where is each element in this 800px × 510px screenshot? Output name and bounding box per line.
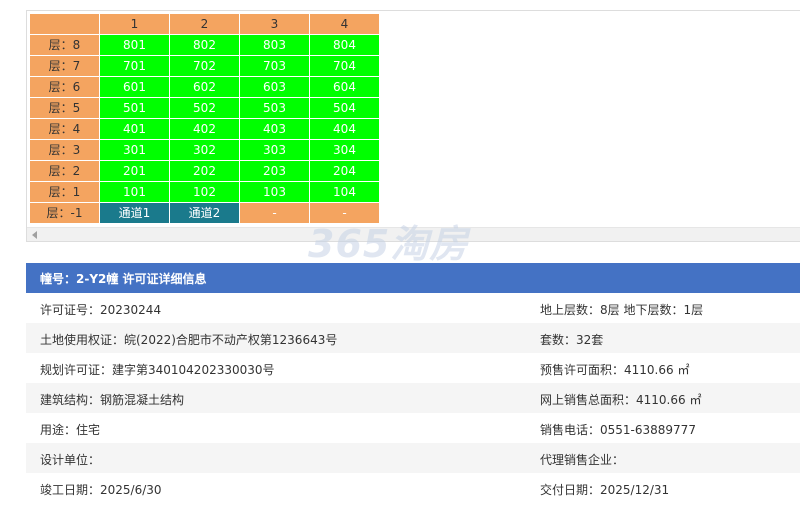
- unit-cell[interactable]: 604: [309, 76, 380, 98]
- unit-grid-panel: 1 2 3 4 层：8 801 802 803 804 层：7 701 702 …: [26, 10, 800, 242]
- column-header: 1: [99, 13, 170, 35]
- info-right: 预售许可面积：4110.66 ㎡: [540, 363, 690, 377]
- floor-label: 层：4: [29, 118, 100, 140]
- unit-cell[interactable]: 804: [309, 34, 380, 56]
- unit-cell[interactable]: 202: [169, 160, 240, 182]
- info-right: 代理销售企业：: [540, 453, 625, 467]
- unit-cell[interactable]: 501: [99, 97, 170, 119]
- unit-cell[interactable]: 102: [169, 181, 240, 203]
- floor-label: 层：6: [29, 76, 100, 98]
- floor-label: 层：1: [29, 181, 100, 203]
- floor-label: 层：5: [29, 97, 100, 119]
- unit-cell[interactable]: 503: [239, 97, 310, 119]
- unit-cell[interactable]: 603: [239, 76, 310, 98]
- info-row: 竣工日期：2025/6/30 交付日期：2025/12/31: [26, 473, 800, 503]
- floor-label: 层：8: [29, 34, 100, 56]
- scroll-left-arrow-icon[interactable]: [32, 231, 37, 239]
- floor-row: 层：7 701 702 703 704: [29, 55, 380, 77]
- info-row: 许可证号：20230244 地上层数：8层 地下层数：1层: [26, 293, 800, 323]
- unit-cell[interactable]: 302: [169, 139, 240, 161]
- unit-cell[interactable]: 601: [99, 76, 170, 98]
- info-left: 设计单位：: [40, 453, 101, 467]
- floor-row: 层：6 601 602 603 604: [29, 76, 380, 98]
- horizontal-scrollbar[interactable]: [27, 227, 800, 241]
- empty-cell: -: [239, 202, 310, 224]
- floor-row: 层：5 501 502 503 504: [29, 97, 380, 119]
- unit-cell[interactable]: 103: [239, 181, 310, 203]
- grid-header-row: 1 2 3 4: [29, 13, 380, 35]
- unit-cell[interactable]: 104: [309, 181, 380, 203]
- info-right: 销售电话：0551-63889777: [540, 423, 696, 437]
- info-left: 用途：住宅: [40, 423, 101, 437]
- unit-cell[interactable]: 504: [309, 97, 380, 119]
- unit-grid-table: 1 2 3 4 层：8 801 802 803 804 层：7 701 702 …: [29, 13, 380, 224]
- unit-cell[interactable]: 402: [169, 118, 240, 140]
- unit-cell[interactable]: 304: [309, 139, 380, 161]
- unit-cell[interactable]: 701: [99, 55, 170, 77]
- unit-cell[interactable]: 703: [239, 55, 310, 77]
- info-right: 交付日期：2025/12/31: [540, 483, 670, 497]
- floor-row: 层：4 401 402 403 404: [29, 118, 380, 140]
- unit-cell[interactable]: 403: [239, 118, 310, 140]
- info-left: 竣工日期：2025/6/30: [40, 483, 162, 497]
- unit-cell[interactable]: 502: [169, 97, 240, 119]
- unit-cell[interactable]: 201: [99, 160, 170, 182]
- info-row: 设计单位： 代理销售企业：: [26, 443, 800, 473]
- floor-label: 层：-1: [29, 202, 100, 224]
- unit-cell[interactable]: 704: [309, 55, 380, 77]
- floor-label: 层：3: [29, 139, 100, 161]
- floor-row: 层：8 801 802 803 804: [29, 34, 380, 56]
- floor-row: 层：2 201 202 203 204: [29, 160, 380, 182]
- info-row: 土地使用权证：皖(2022)合肥市不动产权第1236643号 套数：32套: [26, 323, 800, 353]
- info-row: 用途：住宅 销售电话：0551-63889777: [26, 413, 800, 443]
- info-left: 许可证号：20230244: [40, 303, 162, 317]
- passage-cell[interactable]: 通道2: [169, 202, 240, 224]
- column-header: 3: [239, 13, 310, 35]
- unit-cell[interactable]: 303: [239, 139, 310, 161]
- floor-label: 层：7: [29, 55, 100, 77]
- unit-cell[interactable]: 803: [239, 34, 310, 56]
- info-right: 套数：32套: [540, 333, 604, 347]
- column-header: 4: [309, 13, 380, 35]
- floor-row: 层：3 301 302 303 304: [29, 139, 380, 161]
- unit-cell[interactable]: 801: [99, 34, 170, 56]
- info-left: 土地使用权证：皖(2022)合肥市不动产权第1236643号: [40, 333, 338, 347]
- passage-cell[interactable]: 通道1: [99, 202, 170, 224]
- info-right: 地上层数：8层 地下层数：1层: [540, 303, 704, 317]
- unit-cell[interactable]: 203: [239, 160, 310, 182]
- unit-cell[interactable]: 602: [169, 76, 240, 98]
- info-left: 建筑结构：钢筋混凝土结构: [40, 393, 185, 407]
- info-right: 网上销售总面积：4110.66 ㎡: [540, 393, 702, 407]
- unit-cell[interactable]: 101: [99, 181, 170, 203]
- empty-cell: -: [309, 202, 380, 224]
- info-left: 规划许可证：建字第340104202330030号: [40, 363, 275, 377]
- unit-cell[interactable]: 301: [99, 139, 170, 161]
- unit-cell[interactable]: 204: [309, 160, 380, 182]
- unit-cell[interactable]: 401: [99, 118, 170, 140]
- floor-row: 层：1 101 102 103 104: [29, 181, 380, 203]
- unit-cell[interactable]: 404: [309, 118, 380, 140]
- unit-cell[interactable]: 802: [169, 34, 240, 56]
- unit-cell[interactable]: 702: [169, 55, 240, 77]
- floor-row-basement: 层：-1 通道1 通道2 - -: [29, 202, 380, 224]
- permit-detail-title: 幢号：2-Y2幢 许可证详细信息: [40, 272, 207, 286]
- permit-detail-header: 幢号：2-Y2幢 许可证详细信息: [26, 263, 800, 293]
- grid-corner-cell: [29, 13, 100, 35]
- column-header: 2: [169, 13, 240, 35]
- info-row: 建筑结构：钢筋混凝土结构 网上销售总面积：4110.66 ㎡: [26, 383, 800, 413]
- info-row: 规划许可证：建字第340104202330030号 预售许可面积：4110.66…: [26, 353, 800, 383]
- floor-label: 层：2: [29, 160, 100, 182]
